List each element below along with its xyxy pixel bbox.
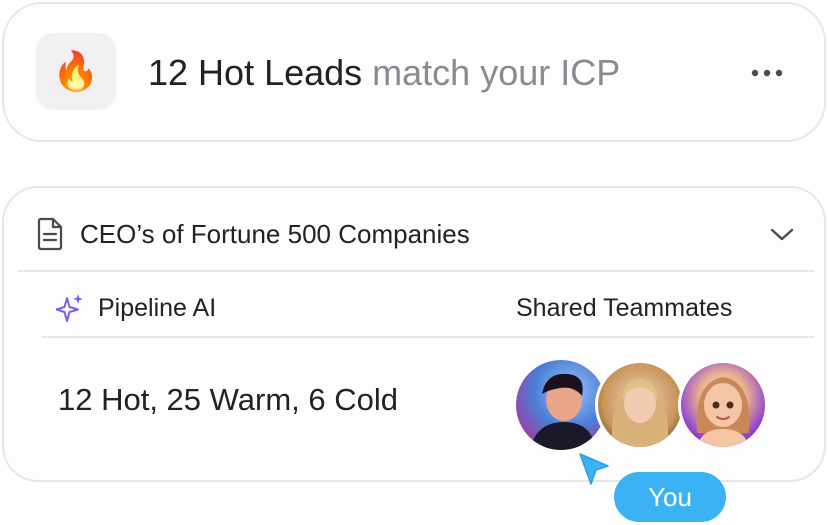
- column-header-shared-teammates: Shared Teammates: [516, 294, 733, 322]
- more-horizontal-icon: [751, 69, 783, 77]
- fire-emoji-tile: 🔥: [36, 33, 116, 110]
- leads-title: 12 Hot Leads match your ICP: [148, 50, 620, 96]
- title-main: 12 Hot Leads: [148, 52, 363, 93]
- pipeline-ai-label: Pipeline AI: [98, 293, 217, 322]
- list-title: CEO’s of Fortune 500 Companies: [80, 218, 470, 249]
- divider: [42, 336, 814, 338]
- you-badge: You: [614, 472, 726, 522]
- more-options-button[interactable]: [744, 58, 790, 88]
- document-icon: [37, 217, 63, 251]
- fire-icon: 🔥: [52, 50, 100, 93]
- divider: [18, 270, 814, 272]
- cursor-arrow-icon: [579, 453, 609, 485]
- avatar[interactable]: [595, 360, 685, 450]
- column-header-pipeline-ai: Pipeline AI: [56, 290, 216, 326]
- avatar[interactable]: [516, 360, 606, 450]
- lead-temperature-summary: 12 Hot, 25 Warm, 6 Cold: [58, 382, 398, 417]
- sparkle-icon: [56, 294, 83, 322]
- avatar[interactable]: [678, 360, 768, 450]
- title-sub: match your ICP: [372, 52, 621, 93]
- avatar-image: [611, 377, 669, 447]
- avatar-image: [696, 377, 750, 447]
- avatar-image: [530, 373, 596, 450]
- chevron-down-icon[interactable]: [768, 222, 796, 246]
- list-header[interactable]: CEO’s of Fortune 500 Companies: [36, 214, 796, 254]
